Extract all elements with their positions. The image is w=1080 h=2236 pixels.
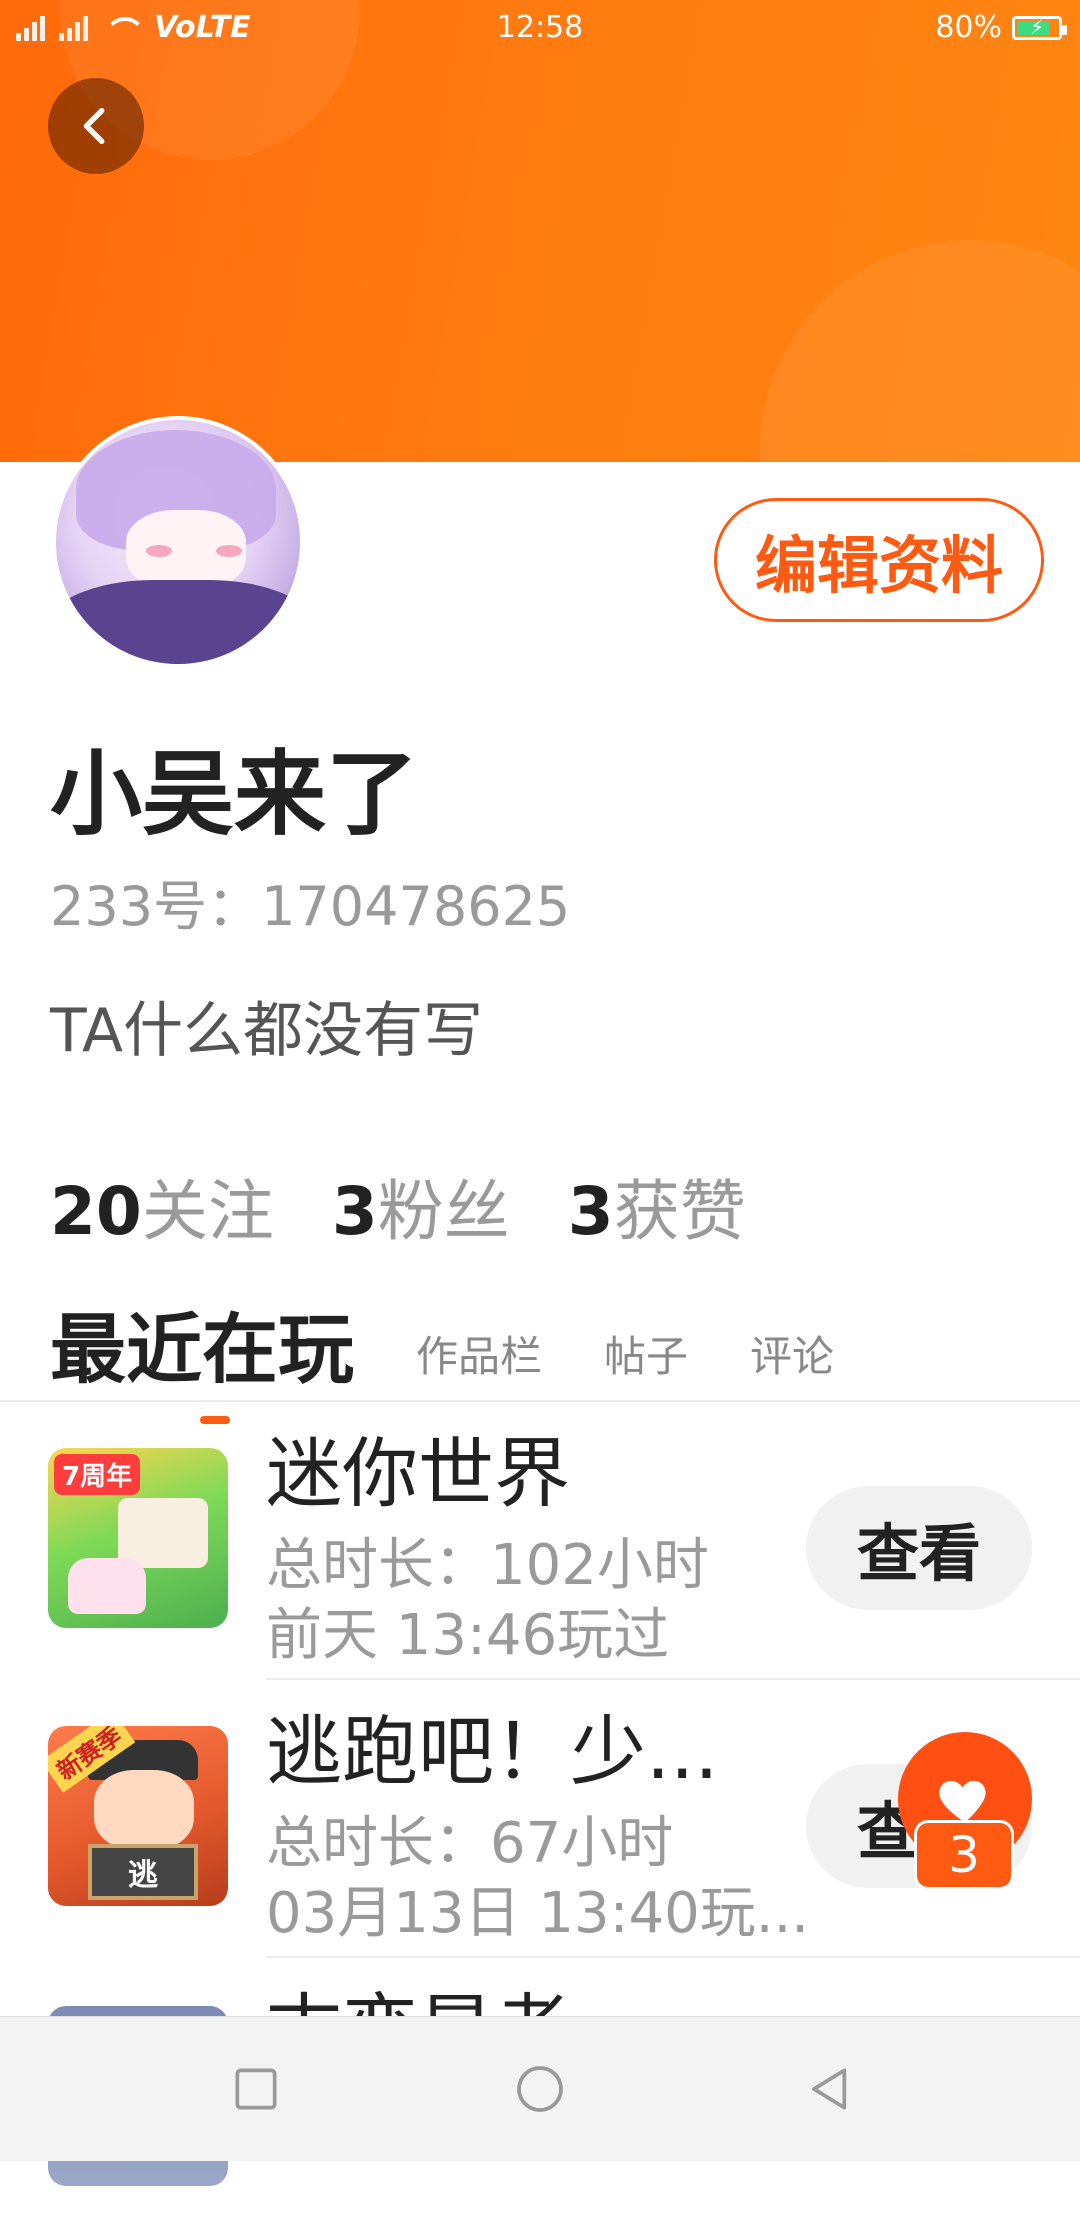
battery-icon: ⚡ — [1012, 14, 1067, 40]
status-bar: VoLTE 12:58 80% ⚡ — [0, 0, 1080, 56]
stats-row: 20关注 3粉丝 3获赞 — [50, 1158, 746, 1254]
status-right: 80% ⚡ — [935, 10, 1067, 45]
battery-percent: 80% — [935, 10, 1002, 45]
mini-world-icon: 7周年 — [48, 1448, 228, 1628]
game-title: 迷你世界 — [266, 1429, 570, 1518]
stat-value: 3 — [567, 1173, 614, 1250]
list-item[interactable]: 7周年 迷你世界 总时长：102小时 前天 13:46玩过 查看 — [0, 1402, 1080, 1680]
status-time: 12:58 — [496, 10, 584, 45]
edit-profile-button[interactable]: 编辑资料 — [714, 498, 1044, 622]
account-id: 233号：170478625 — [50, 875, 571, 938]
avatar-image — [56, 420, 300, 664]
game-last-played: 前天 13:46玩过 — [266, 1603, 670, 1668]
system-nav-bar — [0, 2016, 1080, 2161]
avatar[interactable] — [52, 416, 304, 668]
banner-decoration — [760, 240, 1080, 462]
back-button[interactable] — [48, 78, 144, 174]
system-back-button[interactable] — [800, 2061, 856, 2117]
tab-recently-played[interactable]: 最近在玩 — [50, 1288, 354, 1424]
username: 小吴来了 — [50, 741, 419, 848]
chevron-left-icon — [83, 107, 105, 145]
game-total-time: 总时长：102小时 — [266, 1533, 709, 1598]
triangle-back-icon — [812, 2068, 847, 2110]
tab-works[interactable]: 作品栏 — [416, 1323, 542, 1384]
stat-likes[interactable]: 3获赞 — [568, 1158, 746, 1254]
game-total-time: 总时长：67小时 — [266, 1811, 674, 1876]
stat-label: 关注 — [141, 1173, 274, 1250]
charging-icon: ⚡ — [1029, 14, 1045, 39]
stat-value: 20 — [50, 1173, 142, 1250]
stat-label: 粉丝 — [377, 1173, 510, 1250]
profile-banner — [0, 0, 1080, 462]
recent-apps-button[interactable] — [228, 2061, 284, 2117]
square-icon — [235, 2068, 277, 2110]
like-count-badge: 3 — [914, 1820, 1014, 1890]
stat-fans[interactable]: 3粉丝 — [332, 1158, 510, 1254]
view-button[interactable]: 查看 — [806, 1486, 1032, 1610]
tab-comments[interactable]: 评论 — [750, 1323, 834, 1384]
home-button[interactable] — [512, 2061, 568, 2117]
game-last-played: 03月13日 13:40玩... — [266, 1881, 810, 1946]
game-title: 逃跑吧！少... — [266, 1707, 719, 1796]
stat-value: 3 — [331, 1173, 378, 1250]
icon-tag: 7周年 — [54, 1454, 141, 1495]
profile-tabs: 最近在玩 作品栏 帖子 评论 — [50, 1288, 834, 1424]
tab-label: 最近在玩 — [50, 1305, 354, 1394]
icon-board: 逃 — [88, 1844, 198, 1900]
bio: TA什么都没有写 — [50, 996, 484, 1066]
circle-icon — [517, 2066, 563, 2112]
stat-label: 获赞 — [613, 1173, 746, 1250]
tab-posts[interactable]: 帖子 — [604, 1323, 688, 1384]
stat-following[interactable]: 20关注 — [50, 1158, 274, 1254]
escape-boy-icon: 逃 新赛季 — [48, 1726, 228, 1906]
